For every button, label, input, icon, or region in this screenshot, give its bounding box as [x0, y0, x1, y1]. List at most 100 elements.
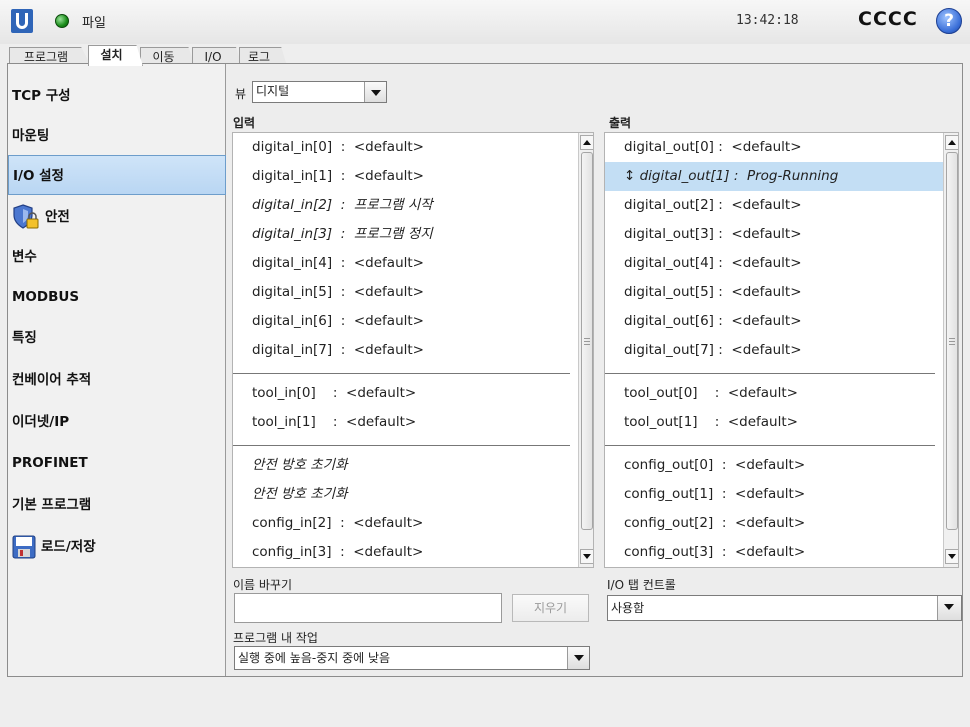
io-row-separator: : — [332, 342, 354, 358]
io-row[interactable]: digital_out[0] : <default> — [605, 133, 943, 162]
io-row-value: <default> — [353, 168, 424, 184]
io-row-value: <default> — [353, 544, 424, 560]
io-row[interactable]: config_in[2] : <default> — [233, 509, 578, 538]
floppy-disk-icon — [12, 535, 36, 559]
io-row-separator: : — [697, 414, 728, 430]
io-row[interactable]: 안전 방호 초기화 — [233, 451, 578, 480]
io-tab-control-select[interactable]: 사용함 — [607, 595, 962, 621]
ur-logo-icon — [11, 9, 33, 33]
scroll-down-icon[interactable] — [580, 549, 593, 564]
io-row-name: digital_out[5] — [624, 284, 714, 300]
inputs-scrollbar[interactable] — [578, 133, 593, 567]
io-row-name: config_out[0] — [624, 457, 714, 473]
io-row-value: <default> — [353, 342, 424, 358]
io-row[interactable]: digital_in[1] : <default> — [233, 162, 578, 191]
inputs-list[interactable]: digital_in[0] : <default> digital_in[1] :… — [232, 132, 594, 568]
io-row-name: digital_out[3] — [624, 226, 714, 242]
io-row-separator: : — [713, 486, 736, 502]
sidebar-item-profinet[interactable]: PROFINET — [8, 443, 226, 483]
sidebar-item-default-program[interactable]: 기본 프로그램 — [8, 485, 226, 525]
io-row[interactable]: digital_out[7] : <default> — [605, 336, 943, 365]
outputs-list[interactable]: digital_out[0] : <default> ↕ digital_out[… — [604, 132, 959, 568]
io-row-value: Prog-Running — [746, 168, 839, 184]
io-row-separator: : — [713, 515, 736, 531]
io-row[interactable]: digital_in[6] : <default> — [233, 307, 578, 336]
io-row[interactable]: digital_in[3] : 프로그램 정지 — [233, 220, 578, 249]
io-row[interactable]: digital_out[2] : <default> — [605, 191, 943, 220]
io-row-value: <default> — [346, 414, 417, 430]
io-row-name: 안전 방호 초기화 — [252, 457, 348, 473]
io-row-separator: : — [713, 284, 732, 300]
io-row[interactable]: digital_out[4] : <default> — [605, 249, 943, 278]
tab-installation[interactable]: 설치 — [88, 45, 143, 66]
in-program-action-label: 프로그램 내 작업 — [233, 631, 318, 645]
file-menu[interactable]: 파일 — [82, 12, 106, 31]
scroll-up-icon[interactable] — [945, 135, 958, 150]
sidebar-item-mounting[interactable]: 마운팅 — [8, 116, 226, 156]
io-row[interactable]: digital_out[5] : <default> — [605, 278, 943, 307]
io-row-name: digital_in[0] — [252, 139, 333, 155]
io-row[interactable]: tool_in[0] : <default> — [233, 379, 578, 408]
io-row[interactable]: config_out[0] : <default> — [605, 451, 943, 480]
io-row[interactable]: digital_in[7] : <default> — [233, 336, 578, 365]
sidebar-item-label: 마운팅 — [12, 128, 50, 144]
help-icon[interactable]: ? — [936, 8, 962, 34]
chevron-down-icon[interactable] — [364, 82, 386, 102]
chevron-down-icon[interactable] — [567, 647, 589, 669]
rename-input[interactable] — [234, 593, 502, 623]
scroll-down-icon[interactable] — [945, 549, 958, 564]
io-row-separator: : — [713, 226, 732, 242]
io-row-separator: : — [332, 284, 354, 300]
outputs-scrollbar[interactable] — [943, 133, 958, 567]
io-row-name: digital_out[7] — [624, 342, 714, 358]
io-row[interactable]: config_out[3] : <default> — [605, 538, 943, 567]
io-row[interactable]: digital_out[6] : <default> — [605, 307, 943, 336]
io-row-name: tool_out[1] — [624, 414, 698, 430]
view-select[interactable]: 디지털 — [252, 81, 387, 103]
io-row[interactable]: tool_out[0] : <default> — [605, 379, 943, 408]
scroll-thumb[interactable] — [581, 152, 593, 530]
sidebar-item-io-setup[interactable]: I/O 설정 — [8, 155, 226, 195]
io-row-name: ↕ digital_out[1] — [624, 168, 730, 184]
sidebar-item-modbus[interactable]: MODBUS — [8, 277, 226, 317]
chevron-down-icon[interactable] — [937, 596, 961, 620]
scroll-thumb[interactable] — [946, 152, 958, 530]
io-row[interactable]: config_out[1] : <default> — [605, 480, 943, 509]
robot-status-icon[interactable] — [55, 14, 69, 28]
io-tab-control-value: 사용함 — [611, 601, 645, 615]
sidebar-item-label: 안전 — [45, 209, 70, 225]
io-row[interactable]: 안전 방호 초기화 — [233, 480, 578, 509]
io-row[interactable]: ↕ digital_out[1] : Prog-Running — [605, 162, 943, 191]
sidebar-item-features[interactable]: 특징 — [8, 318, 226, 358]
io-row-name: digital_in[3] — [252, 226, 333, 242]
io-row-separator: : — [713, 139, 732, 155]
in-program-action-select[interactable]: 실행 중에 높음-중지 중에 낮음 — [234, 646, 590, 670]
io-row[interactable]: digital_in[5] : <default> — [233, 278, 578, 307]
clear-button[interactable]: 지우기 — [512, 594, 589, 622]
sidebar-item-safety[interactable]: 안전 — [8, 197, 226, 237]
sidebar-item-load-save[interactable]: 로드/저장 — [8, 527, 226, 567]
group-divider — [233, 373, 570, 374]
sidebar-item-conveyor-tracking[interactable]: 컨베이어 추적 — [8, 360, 226, 400]
io-row[interactable]: digital_in[0] : <default> — [233, 133, 578, 162]
sidebar-item-ethernet-ip[interactable]: 이더넷/IP — [8, 402, 226, 442]
io-row-separator: : — [697, 385, 728, 401]
io-row[interactable]: digital_in[2] : 프로그램 시작 — [233, 191, 578, 220]
in-program-action-value: 실행 중에 높음-중지 중에 낮음 — [238, 651, 391, 665]
io-row-name: digital_in[2] — [252, 197, 333, 213]
io-row[interactable]: config_out[2] : <default> — [605, 509, 943, 538]
sidebar-item-variables[interactable]: 변수 — [8, 237, 226, 277]
io-row[interactable]: config_in[3] : <default> — [233, 538, 578, 567]
view-select-value: 디지털 — [256, 84, 290, 98]
io-row-value: <default> — [731, 313, 802, 329]
io-row-separator: : — [713, 313, 732, 329]
scroll-up-icon[interactable] — [580, 135, 593, 150]
io-row[interactable]: digital_in[4] : <default> — [233, 249, 578, 278]
sidebar-item-label: I/O 설정 — [13, 168, 64, 184]
io-row[interactable]: tool_in[1] : <default> — [233, 408, 578, 437]
io-row-value: <default> — [731, 139, 802, 155]
io-row-value: <default> — [735, 515, 806, 531]
io-row[interactable]: digital_out[3] : <default> — [605, 220, 943, 249]
io-row[interactable]: tool_out[1] : <default> — [605, 408, 943, 437]
sidebar-item-tcp[interactable]: TCP 구성 — [8, 76, 226, 116]
